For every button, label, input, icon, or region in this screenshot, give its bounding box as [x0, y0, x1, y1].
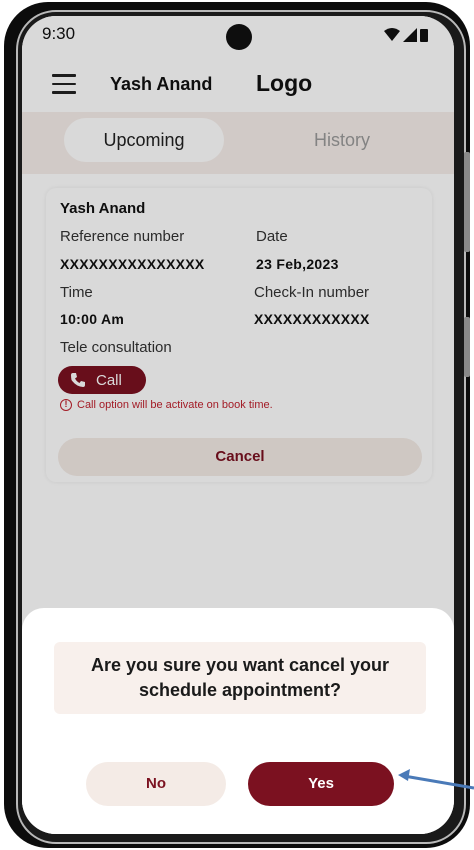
confirm-dialog: Are you sure you want cancel your schedu…: [22, 608, 454, 834]
yes-button[interactable]: Yes: [248, 762, 394, 806]
volume-button: [464, 152, 470, 252]
confirm-question: Are you sure you want cancel your schedu…: [54, 642, 426, 714]
power-button: [464, 317, 470, 377]
no-button[interactable]: No: [86, 762, 226, 806]
phone-screen: 9:30 Yash Anand Logo Upcoming History Ya…: [22, 16, 454, 834]
